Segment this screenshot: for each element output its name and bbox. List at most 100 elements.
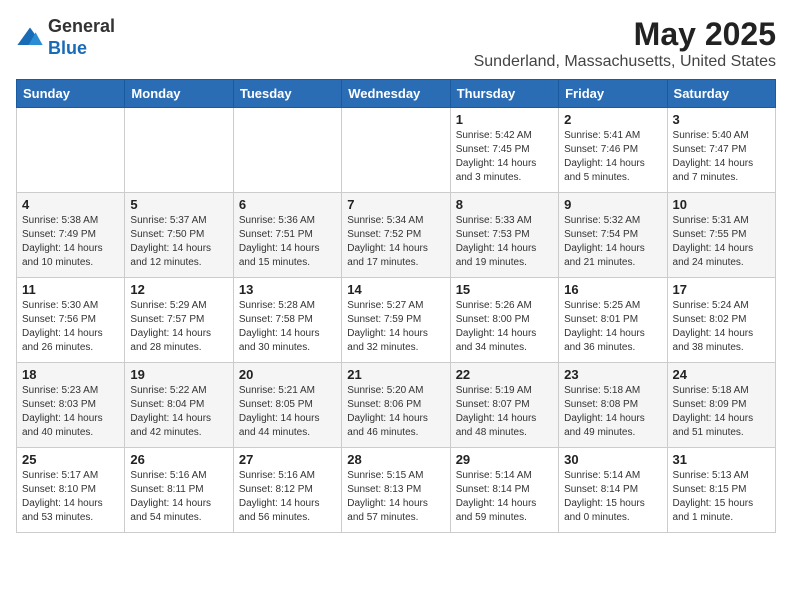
calendar-cell-w4-d5: 22 Sunrise: 5:19 AM Sunset: 8:07 PM Dayli… xyxy=(450,363,558,448)
day-number-19: 19 xyxy=(130,367,227,382)
day-number-10: 10 xyxy=(673,197,770,212)
col-monday: Monday xyxy=(125,80,233,108)
week-row-4: 18Sunrise: 5:23 AM Sunset: 8:03 PM Dayli… xyxy=(17,363,776,448)
day-number-30: 30 xyxy=(564,452,661,467)
calendar-cell-w1-d4 xyxy=(342,108,450,193)
title-area: May 2025 Sunderland, Massachusetts, Unit… xyxy=(474,16,776,71)
calendar-cell-w1-d3 xyxy=(233,108,341,193)
calendar-cell-w1-d1 xyxy=(17,108,125,193)
calendar-cell-w5-d4: 28 Sunrise: 5:15 AM Sunset: 8:13 PM Dayli… xyxy=(342,448,450,533)
calendar-cell-w5-d6: 30Sunrise: 5:14 AM Sunset: 8:14 PM Dayli… xyxy=(559,448,667,533)
day-number-3: 3 xyxy=(673,112,770,127)
calendar-cell-w2-d7: 10 Sunrise: 5:31 AM Sunset: 7:55 PM Dayli… xyxy=(667,193,775,278)
day-info-18: Sunrise: 5:23 AM Sunset: 8:03 PM Dayligh… xyxy=(22,384,119,440)
calendar-cell-w2-d1: 4Sunrise: 5:38 AM Sunset: 7:49 PM Daylig… xyxy=(17,193,125,278)
calendar-cell-w1-d7: 3 Sunrise: 5:40 AM Sunset: 7:47 PM Daylig… xyxy=(667,108,775,193)
day-number-20: 20 xyxy=(239,367,336,382)
month-title: May 2025 xyxy=(474,16,776,53)
day-number-8: 8 xyxy=(456,197,553,212)
calendar-cell-w4-d1: 18Sunrise: 5:23 AM Sunset: 8:03 PM Dayli… xyxy=(17,363,125,448)
day-number-9: 9 xyxy=(564,197,661,212)
day-number-31: 31 xyxy=(673,452,770,467)
day-number-24: 24 xyxy=(673,367,770,382)
day-info-24: Sunrise: 5:18 AM Sunset: 8:09 PM Dayligh… xyxy=(673,384,770,440)
day-info-17: Sunrise: 5:24 AM Sunset: 8:02 PM Dayligh… xyxy=(673,299,770,355)
col-tuesday: Tuesday xyxy=(233,80,341,108)
col-sunday: Sunday xyxy=(17,80,125,108)
col-thursday: Thursday xyxy=(450,80,558,108)
day-number-28: 28 xyxy=(347,452,444,467)
calendar-cell-w3-d3: 13 Sunrise: 5:28 AM Sunset: 7:58 PM Dayli… xyxy=(233,278,341,363)
day-info-1: Sunrise: 5:42 AM Sunset: 7:45 PM Dayligh… xyxy=(456,129,553,185)
day-info-21: Sunrise: 5:20 AM Sunset: 8:06 PM Dayligh… xyxy=(347,384,444,440)
day-info-11: Sunrise: 5:30 AM Sunset: 7:56 PM Dayligh… xyxy=(22,299,119,355)
day-number-1: 1 xyxy=(456,112,553,127)
calendar-cell-w3-d5: 15Sunrise: 5:26 AM Sunset: 8:00 PM Dayli… xyxy=(450,278,558,363)
calendar-cell-w5-d7: 31 Sunrise: 5:13 AM Sunset: 8:15 PM Dayli… xyxy=(667,448,775,533)
page-header: General Blue May 2025 Sunderland, Massac… xyxy=(16,16,776,71)
calendar-cell-w4-d7: 24 Sunrise: 5:18 AM Sunset: 8:09 PM Dayli… xyxy=(667,363,775,448)
day-info-7: Sunrise: 5:34 AM Sunset: 7:52 PM Dayligh… xyxy=(347,214,444,270)
calendar-cell-w2-d3: 6Sunrise: 5:36 AM Sunset: 7:51 PM Daylig… xyxy=(233,193,341,278)
day-number-26: 26 xyxy=(130,452,227,467)
calendar-cell-w5-d2: 26 Sunrise: 5:16 AM Sunset: 8:11 PM Dayli… xyxy=(125,448,233,533)
logo-blue-text: Blue xyxy=(48,38,115,60)
calendar-cell-w1-d5: 1 Sunrise: 5:42 AM Sunset: 7:45 PM Daylig… xyxy=(450,108,558,193)
calendar-cell-w4-d6: 23Sunrise: 5:18 AM Sunset: 8:08 PM Dayli… xyxy=(559,363,667,448)
calendar-cell-w4-d2: 19 Sunrise: 5:22 AM Sunset: 8:04 PM Dayli… xyxy=(125,363,233,448)
day-info-28: Sunrise: 5:15 AM Sunset: 8:13 PM Dayligh… xyxy=(347,469,444,525)
day-number-17: 17 xyxy=(673,282,770,297)
day-info-26: Sunrise: 5:16 AM Sunset: 8:11 PM Dayligh… xyxy=(130,469,227,525)
day-info-25: Sunrise: 5:17 AM Sunset: 8:10 PM Dayligh… xyxy=(22,469,119,525)
week-row-1: 1 Sunrise: 5:42 AM Sunset: 7:45 PM Daylig… xyxy=(17,108,776,193)
day-info-31: Sunrise: 5:13 AM Sunset: 8:15 PM Dayligh… xyxy=(673,469,770,525)
day-info-2: Sunrise: 5:41 AM Sunset: 7:46 PM Dayligh… xyxy=(564,129,661,185)
day-info-9: Sunrise: 5:32 AM Sunset: 7:54 PM Dayligh… xyxy=(564,214,661,270)
day-number-25: 25 xyxy=(22,452,119,467)
calendar-cell-w5-d1: 25 Sunrise: 5:17 AM Sunset: 8:10 PM Dayli… xyxy=(17,448,125,533)
day-number-22: 22 xyxy=(456,367,553,382)
calendar-cell-w1-d2 xyxy=(125,108,233,193)
logo-general-text: General xyxy=(48,16,115,38)
calendar-cell-w2-d5: 8 Sunrise: 5:33 AM Sunset: 7:53 PM Daylig… xyxy=(450,193,558,278)
day-info-3: Sunrise: 5:40 AM Sunset: 7:47 PM Dayligh… xyxy=(673,129,770,185)
day-number-12: 12 xyxy=(130,282,227,297)
col-friday: Friday xyxy=(559,80,667,108)
logo: General Blue xyxy=(16,16,115,59)
day-number-21: 21 xyxy=(347,367,444,382)
day-info-13: Sunrise: 5:28 AM Sunset: 7:58 PM Dayligh… xyxy=(239,299,336,355)
day-number-23: 23 xyxy=(564,367,661,382)
day-info-19: Sunrise: 5:22 AM Sunset: 8:04 PM Dayligh… xyxy=(130,384,227,440)
day-number-7: 7 xyxy=(347,197,444,212)
day-info-8: Sunrise: 5:33 AM Sunset: 7:53 PM Dayligh… xyxy=(456,214,553,270)
calendar-cell-w2-d4: 7 Sunrise: 5:34 AM Sunset: 7:52 PM Daylig… xyxy=(342,193,450,278)
calendar-header-row: Sunday Monday Tuesday Wednesday Thursday… xyxy=(17,80,776,108)
day-info-20: Sunrise: 5:21 AM Sunset: 8:05 PM Dayligh… xyxy=(239,384,336,440)
calendar-cell-w3-d4: 14Sunrise: 5:27 AM Sunset: 7:59 PM Dayli… xyxy=(342,278,450,363)
day-info-22: Sunrise: 5:19 AM Sunset: 8:07 PM Dayligh… xyxy=(456,384,553,440)
week-row-5: 25 Sunrise: 5:17 AM Sunset: 8:10 PM Dayli… xyxy=(17,448,776,533)
day-info-6: Sunrise: 5:36 AM Sunset: 7:51 PM Dayligh… xyxy=(239,214,336,270)
location-title: Sunderland, Massachusetts, United States xyxy=(474,53,776,71)
day-number-29: 29 xyxy=(456,452,553,467)
calendar-cell-w2-d6: 9 Sunrise: 5:32 AM Sunset: 7:54 PM Daylig… xyxy=(559,193,667,278)
day-info-5: Sunrise: 5:37 AM Sunset: 7:50 PM Dayligh… xyxy=(130,214,227,270)
logo-icon xyxy=(16,24,44,52)
day-number-11: 11 xyxy=(22,282,119,297)
day-number-15: 15 xyxy=(456,282,553,297)
day-info-10: Sunrise: 5:31 AM Sunset: 7:55 PM Dayligh… xyxy=(673,214,770,270)
day-number-27: 27 xyxy=(239,452,336,467)
calendar-cell-w3-d7: 17 Sunrise: 5:24 AM Sunset: 8:02 PM Dayli… xyxy=(667,278,775,363)
calendar-cell-w3-d1: 11 Sunrise: 5:30 AM Sunset: 7:56 PM Dayli… xyxy=(17,278,125,363)
week-row-3: 11 Sunrise: 5:30 AM Sunset: 7:56 PM Dayli… xyxy=(17,278,776,363)
day-number-2: 2 xyxy=(564,112,661,127)
day-info-27: Sunrise: 5:16 AM Sunset: 8:12 PM Dayligh… xyxy=(239,469,336,525)
col-saturday: Saturday xyxy=(667,80,775,108)
calendar-cell-w5-d3: 27 Sunrise: 5:16 AM Sunset: 8:12 PM Dayli… xyxy=(233,448,341,533)
day-number-13: 13 xyxy=(239,282,336,297)
day-number-5: 5 xyxy=(130,197,227,212)
calendar-cell-w4-d3: 20 Sunrise: 5:21 AM Sunset: 8:05 PM Dayli… xyxy=(233,363,341,448)
day-info-29: Sunrise: 5:14 AM Sunset: 8:14 PM Dayligh… xyxy=(456,469,553,525)
day-number-4: 4 xyxy=(22,197,119,212)
calendar-cell-w2-d2: 5 Sunrise: 5:37 AM Sunset: 7:50 PM Daylig… xyxy=(125,193,233,278)
